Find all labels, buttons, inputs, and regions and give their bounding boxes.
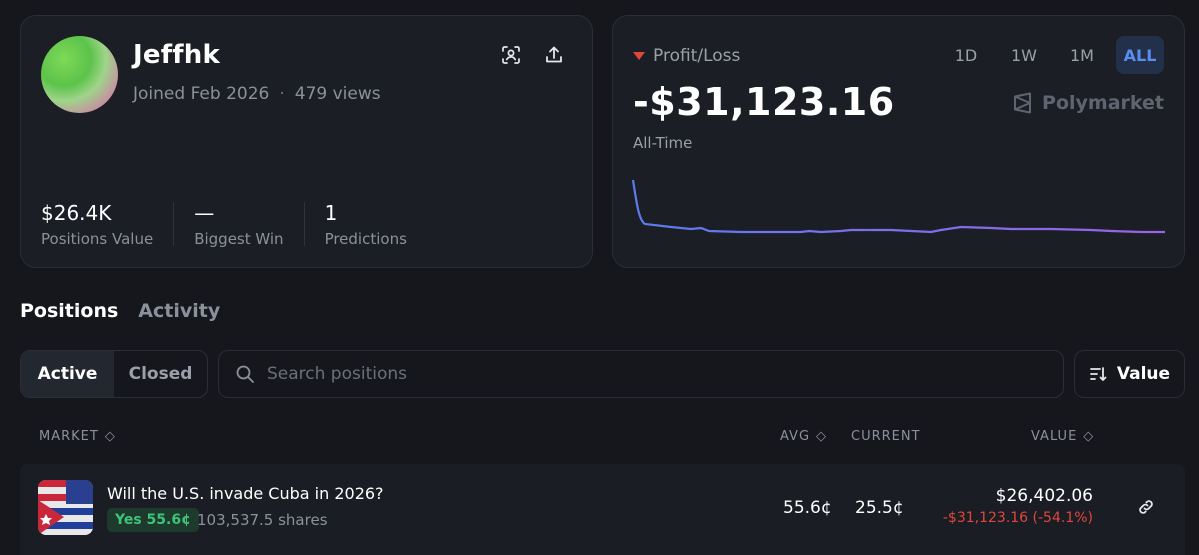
sort-icon — [1090, 367, 1107, 382]
stat-value: — — [194, 201, 215, 225]
sort-button[interactable]: Value — [1074, 350, 1185, 398]
header-current-label: CURRENT — [851, 429, 921, 444]
brand: Polymarket — [1012, 92, 1164, 114]
pnl-period: All-Time — [633, 134, 693, 152]
stat-label: Positions Value — [41, 230, 154, 248]
search-box — [218, 350, 1064, 398]
down-triangle-icon — [633, 52, 645, 60]
header-avg-label: AVG — [780, 429, 811, 444]
header-avg[interactable]: AVG ◇ — [780, 429, 827, 444]
filter-closed[interactable]: Closed — [114, 351, 207, 397]
market-title[interactable]: Will the U.S. invade Cuba in 2026? — [107, 484, 384, 503]
pnl-value: -$31,123.16 — [633, 80, 895, 124]
filter-active[interactable]: Active — [21, 351, 114, 397]
share-icon[interactable] — [541, 42, 567, 68]
avg-price: 55.6¢ — [783, 498, 832, 518]
header-market[interactable]: MARKET ◇ — [39, 429, 116, 444]
profile-meta: Joined Feb 2026 · 479 views — [133, 84, 381, 104]
pnl-line — [631, 179, 1165, 234]
stat-value: 1 — [324, 201, 338, 225]
section-tabs: Positions Activity — [20, 300, 220, 322]
position-value: $26,402.06 -$31,123.16 (-54.1%) — [943, 486, 1093, 526]
joined-date: Joined Feb 2026 — [133, 84, 270, 104]
status-toggle: Active Closed — [20, 350, 208, 398]
header-market-label: MARKET — [39, 429, 99, 444]
pnl-label-text: Profit/Loss — [653, 46, 741, 66]
stat-biggest-win: — Biggest Win — [194, 201, 305, 248]
view-count: 479 views — [294, 84, 381, 104]
table-row[interactable]: Will the U.S. invade Cuba in 2026? Yes 5… — [20, 464, 1185, 555]
sort-label: Value — [1116, 364, 1171, 384]
search-input[interactable] — [267, 364, 967, 384]
value-amount: $26,402.06 — [995, 486, 1093, 506]
stat-predictions: 1 Predictions — [324, 201, 427, 248]
pnl-chart — [631, 179, 1165, 234]
username: Jeffhk — [133, 40, 220, 70]
pnl-card: Profit/Loss -$31,123.16 All-Time 1D 1W 1… — [612, 15, 1185, 268]
sort-arrows-icon: ◇ — [104, 429, 116, 444]
value-pnl: -$31,123.16 (-54.1%) — [942, 510, 1093, 526]
header-value-label: VALUE — [1031, 429, 1078, 444]
scan-user-icon[interactable] — [498, 42, 524, 68]
search-icon — [236, 365, 254, 383]
stat-label: Predictions — [324, 230, 407, 248]
range-selector: 1D 1W 1M ALL — [942, 36, 1164, 74]
avatar[interactable] — [41, 36, 118, 113]
profile-card: Jeffhk Joined Feb 2026 · 479 views $26.4… — [20, 15, 593, 268]
range-1m[interactable]: 1M — [1058, 36, 1106, 74]
sort-arrows-icon: ◇ — [1083, 429, 1095, 444]
range-1w[interactable]: 1W — [1000, 36, 1048, 74]
stat-positions-value: $26.4K Positions Value — [41, 201, 175, 248]
link-icon[interactable] — [1137, 498, 1155, 520]
stat-value: $26.4K — [41, 201, 112, 225]
pnl-label: Profit/Loss — [633, 46, 740, 66]
header-value[interactable]: VALUE ◇ — [1031, 429, 1094, 444]
polymarket-logo-icon — [1014, 92, 1032, 114]
brand-name: Polymarket — [1042, 92, 1164, 114]
range-1d[interactable]: 1D — [942, 36, 990, 74]
header-current: CURRENT — [851, 429, 921, 444]
share-count: 103,537.5 shares — [197, 511, 328, 529]
tab-activity[interactable]: Activity — [138, 300, 220, 322]
market-image — [38, 480, 93, 535]
current-price: 25.5¢ — [855, 498, 904, 518]
profile-stats: $26.4K Positions Value — Biggest Win 1 P… — [41, 201, 447, 248]
outcome-badge: Yes 55.6¢ — [107, 508, 199, 532]
meta-separator: · — [279, 84, 285, 104]
tab-positions[interactable]: Positions — [20, 300, 118, 322]
stat-label: Biggest Win — [194, 230, 284, 248]
sort-arrows-icon: ◇ — [816, 429, 828, 444]
range-all[interactable]: ALL — [1116, 36, 1164, 74]
